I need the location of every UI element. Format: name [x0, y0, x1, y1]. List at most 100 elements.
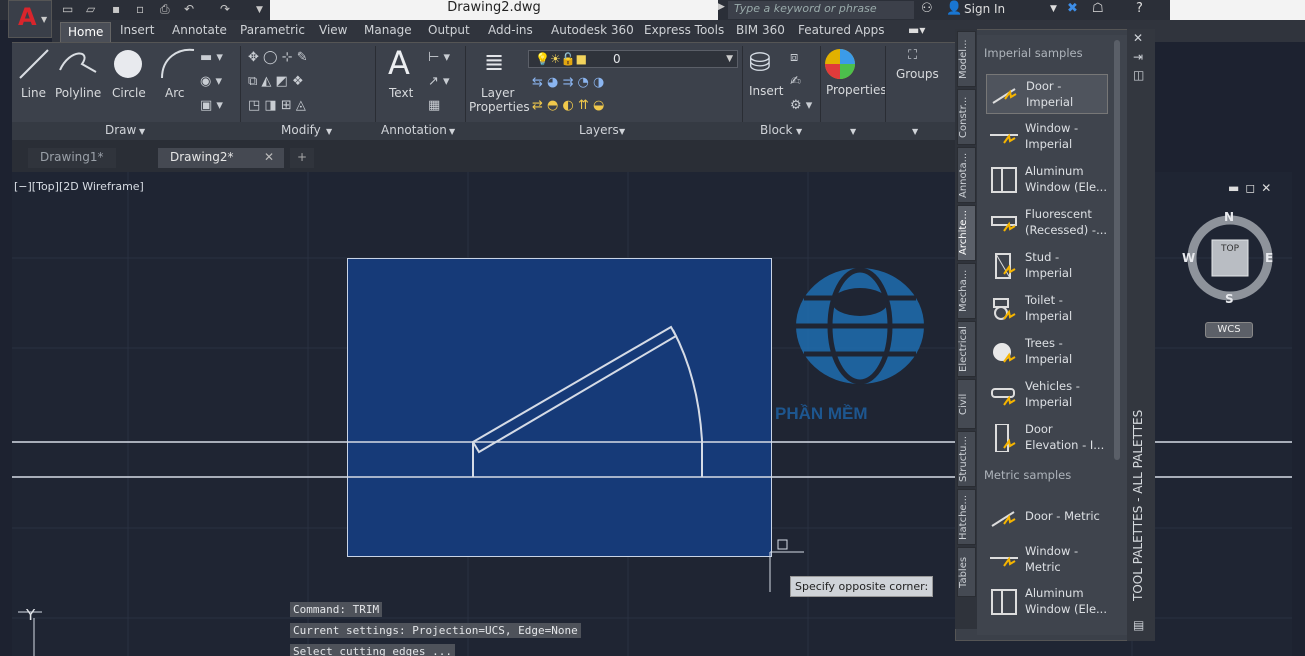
- hatch-icon[interactable]: ◉ ▾: [200, 74, 222, 89]
- help-icon[interactable]: ?: [1136, 1, 1143, 16]
- palette-item-aluminum-window[interactable]: Aluminum Window (Ele...: [986, 160, 1108, 200]
- chevron-down-icon[interactable]: ▼: [326, 127, 332, 136]
- tab-annotate[interactable]: Annotate: [172, 23, 227, 37]
- layer-properties-label-1[interactable]: Layer: [481, 86, 514, 100]
- print-icon[interactable]: ⎙: [160, 2, 170, 17]
- palette-item-vehicles-imperial[interactable]: Vehicles - Imperial: [986, 375, 1108, 415]
- palette-tab-structural[interactable]: Structu...: [957, 431, 976, 487]
- leader-icon[interactable]: ↗ ▾: [428, 74, 450, 89]
- redo-icon[interactable]: ↷: [220, 2, 230, 16]
- open-file-icon[interactable]: ▱: [86, 2, 95, 16]
- properties-expand-icon[interactable]: ▼: [850, 127, 856, 136]
- tab-manage[interactable]: Manage: [364, 23, 412, 37]
- panel-layers[interactable]: Layers: [579, 123, 619, 137]
- chevron-down-icon[interactable]: ▼: [796, 127, 802, 136]
- panel-annotation[interactable]: Annotation: [381, 123, 447, 137]
- palette-tab-architectural[interactable]: Archite...: [957, 205, 976, 261]
- viewcube-top-face[interactable]: TOP: [1221, 244, 1239, 254]
- palette-item-stud-imperial[interactable]: Stud - Imperial: [986, 246, 1108, 286]
- exchange-apps-icon[interactable]: ✖: [1067, 1, 1078, 16]
- layer-dropdown[interactable]: 💡☀🔓■ 0 ▼: [528, 50, 738, 68]
- panel-modify[interactable]: Modify: [281, 123, 321, 137]
- sign-in-dropdown-icon[interactable]: ▼: [1050, 4, 1057, 14]
- viewport-window-controls[interactable]: ▬◻✕: [1228, 181, 1277, 195]
- tab-insert[interactable]: Insert: [120, 23, 154, 37]
- palette-tab-hatches[interactable]: Hatche...: [957, 489, 976, 545]
- panel-draw[interactable]: Draw: [105, 123, 136, 137]
- compass-east[interactable]: E: [1265, 251, 1273, 265]
- a360-icon[interactable]: ☖: [1092, 1, 1104, 16]
- insert-tool[interactable]: Insert: [749, 84, 783, 98]
- compass-south[interactable]: S: [1225, 292, 1234, 306]
- palette-tab-tables[interactable]: Tables: [957, 547, 976, 597]
- compass-west[interactable]: W: [1182, 251, 1195, 265]
- palette-item-aluminum-window-metric[interactable]: Aluminum Window (Ele...: [986, 582, 1108, 622]
- properties-tool[interactable]: Properties: [826, 83, 887, 97]
- text-tool[interactable]: Text: [389, 86, 413, 100]
- edit-block-icon[interactable]: ✍: [790, 74, 801, 89]
- palette-item-window-imperial[interactable]: Window - Imperial: [986, 117, 1108, 157]
- close-icon[interactable]: ✕: [1133, 31, 1143, 45]
- groups-icon[interactable]: ⛶: [908, 48, 917, 63]
- new-tab-button[interactable]: +: [290, 148, 314, 168]
- palette-item-trees-imperial[interactable]: Trees - Imperial: [986, 332, 1108, 372]
- application-menu-button[interactable]: A ▼: [8, 0, 52, 38]
- auto-hide-icon[interactable]: ⇥: [1133, 50, 1143, 64]
- doc-tab-drawing2[interactable]: Drawing2* ✕: [158, 148, 284, 168]
- chevron-down-icon[interactable]: ▼: [619, 127, 625, 136]
- stretch-icon[interactable]: ◳ ◨ ⊞ ◬: [248, 98, 306, 113]
- viewport-controls-label[interactable]: [−][Top][2D Wireframe]: [14, 180, 144, 193]
- layer-properties-icon[interactable]: ≣: [484, 48, 504, 76]
- tab-view[interactable]: View: [319, 23, 347, 37]
- close-icon[interactable]: ✕: [264, 150, 274, 164]
- palette-item-door-imperial[interactable]: Door - Imperial: [986, 74, 1108, 114]
- text-icon[interactable]: A: [388, 44, 410, 82]
- tab-add-ins[interactable]: Add-ins: [488, 23, 533, 37]
- compass-north[interactable]: N: [1224, 210, 1234, 224]
- arc-tool[interactable]: Arc: [165, 86, 184, 100]
- polyline-tool[interactable]: Polyline: [55, 86, 101, 100]
- doc-tab-drawing1[interactable]: Drawing1*: [28, 148, 116, 168]
- ribbon-options-icon[interactable]: ▬▾: [908, 23, 925, 37]
- block-attributes-icon[interactable]: ⚙ ▾: [790, 98, 812, 113]
- palette-tab-modeling[interactable]: Model...: [957, 31, 976, 87]
- user-icon[interactable]: 👤: [946, 1, 962, 16]
- palette-tab-constraints[interactable]: Constr...: [957, 89, 976, 145]
- chevron-down-icon[interactable]: ▼: [449, 127, 455, 136]
- table-icon[interactable]: ▦: [428, 98, 440, 113]
- ellipse-icon[interactable]: ▣ ▾: [200, 98, 223, 113]
- circle-tool[interactable]: Circle: [112, 86, 146, 100]
- palette-tab-civil[interactable]: Civil: [957, 379, 976, 429]
- palette-scrollbar[interactable]: [1114, 40, 1120, 460]
- palette-item-fluorescent[interactable]: Fluorescent (Recessed) -...: [986, 203, 1108, 243]
- palette-properties-icon[interactable]: ◫: [1133, 68, 1144, 82]
- move-icon[interactable]: ✥ ◯ ⊹ ✎: [248, 50, 308, 65]
- layer-tools-row-1[interactable]: ⇆ ◕ ⇉ ◔ ◑: [532, 75, 604, 90]
- groups-expand-icon[interactable]: ▼: [912, 127, 918, 136]
- insert-block-icon[interactable]: ⛁: [749, 48, 771, 78]
- tab-autodesk-360[interactable]: Autodesk 360: [551, 23, 634, 37]
- palette-item-window-metric[interactable]: Window - Metric: [986, 540, 1108, 580]
- palette-item-door-elevation[interactable]: Door Elevation - I...: [986, 418, 1108, 458]
- panel-block[interactable]: Block: [760, 123, 792, 137]
- tab-featured-apps[interactable]: Featured Apps: [798, 23, 884, 37]
- new-file-icon[interactable]: ▭: [62, 2, 73, 16]
- tab-express-tools[interactable]: Express Tools: [644, 23, 724, 37]
- palette-tab-mechanical[interactable]: Mecha...: [957, 263, 976, 319]
- ucs-menu-button[interactable]: WCS: [1205, 322, 1253, 338]
- layer-properties-label-2[interactable]: Properties: [469, 100, 530, 114]
- palette-item-toilet-imperial[interactable]: Toilet - Imperial: [986, 289, 1108, 329]
- groups-tool[interactable]: Groups: [896, 67, 939, 81]
- qat-dropdown-icon[interactable]: ▼: [256, 5, 263, 15]
- tab-bim-360[interactable]: BIM 360: [736, 23, 785, 37]
- chevron-down-icon[interactable]: ▼: [139, 127, 145, 136]
- palette-menu-icon[interactable]: ▤: [1133, 618, 1144, 632]
- palette-item-door-metric[interactable]: Door - Metric: [986, 498, 1108, 538]
- rectangle-icon[interactable]: ▬ ▾: [200, 50, 223, 65]
- dimension-icon[interactable]: ⊢ ▾: [428, 50, 450, 65]
- palette-tab-electrical[interactable]: Electrical: [957, 321, 976, 377]
- search-input[interactable]: Type a keyword or phrase: [728, 1, 914, 19]
- copy-icon[interactable]: ⧉ ◭ ◩ ❖: [248, 74, 304, 89]
- save-as-icon[interactable]: ▫: [136, 2, 144, 16]
- search-expand-icon[interactable]: ▶: [718, 2, 725, 12]
